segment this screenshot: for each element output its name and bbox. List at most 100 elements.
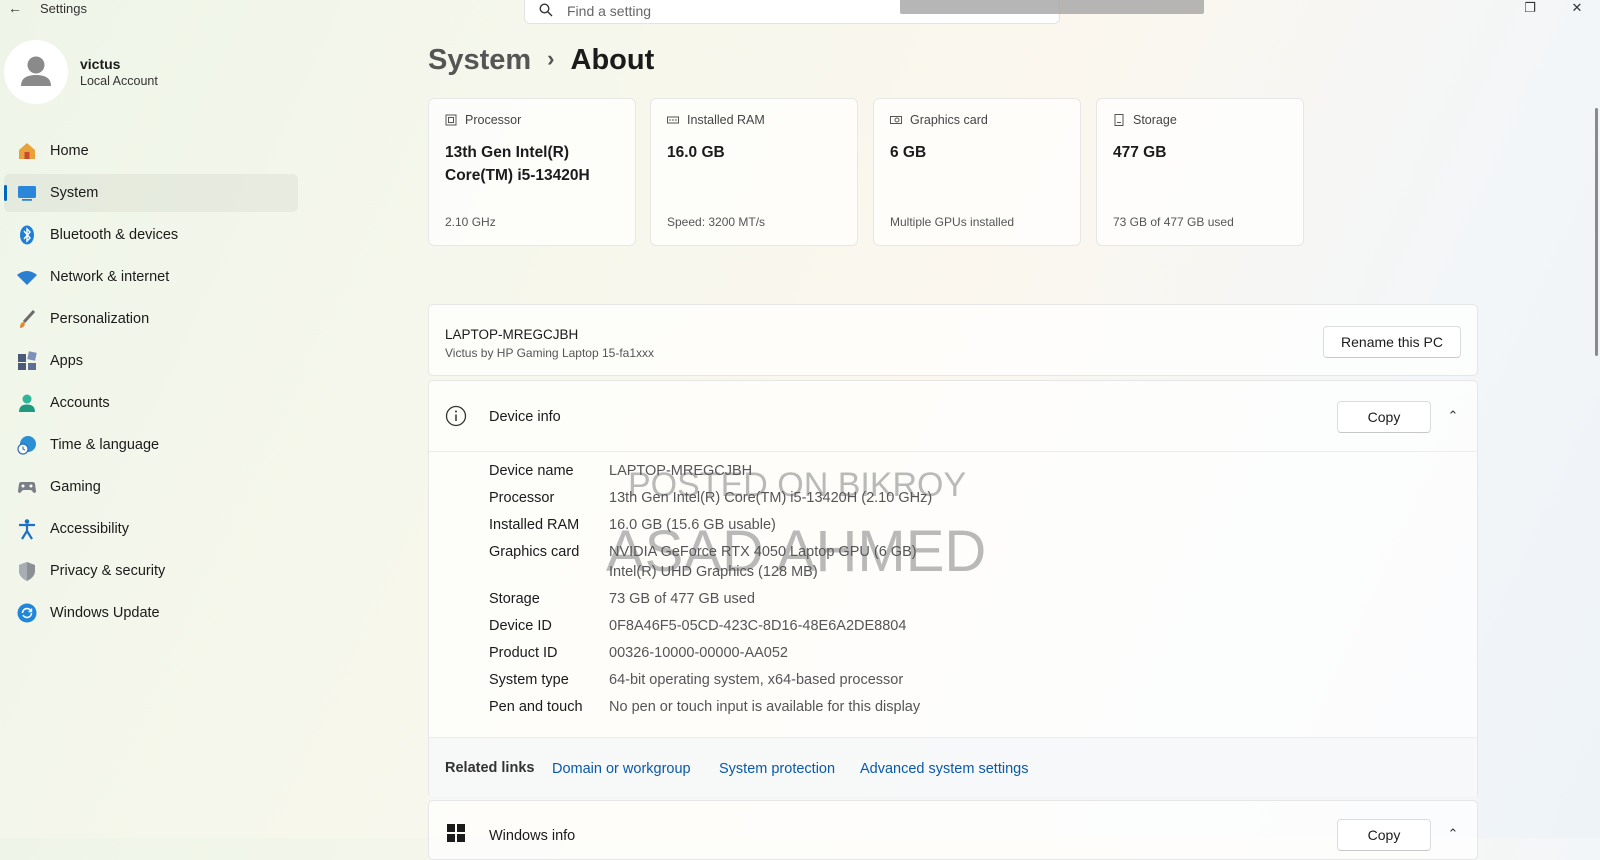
controller-icon: [18, 482, 36, 493]
sidebar-item-label: Time & language: [50, 437, 160, 453]
spec-card-header: Processor: [465, 113, 522, 127]
sidebar-item-home[interactable]: Home: [4, 132, 298, 170]
sidebar-item-label: Network & internet: [50, 269, 170, 285]
spec-card-footer: 73 GB of 477 GB used: [1113, 215, 1234, 229]
sidebar-item-label: System: [50, 185, 99, 201]
row-key: Graphics card: [489, 544, 580, 560]
restore-window-icon[interactable]: ❐: [1520, 0, 1540, 16]
sidebar-item-gaming[interactable]: Gaming: [4, 468, 298, 506]
sidebar-item-network[interactable]: Network & internet: [4, 258, 298, 296]
row-key: Storage: [489, 591, 540, 607]
chevron-up-icon[interactable]: ⌃: [1441, 404, 1465, 428]
storage-icon: [1114, 114, 1124, 126]
ram-icon: [667, 116, 679, 124]
sidebar-item-apps[interactable]: Apps: [4, 342, 298, 380]
processor-icon: [445, 114, 457, 126]
device-info-header[interactable]: Device info Copy ⌃: [429, 381, 1477, 452]
home-icon: [19, 143, 35, 159]
sidebar-item-label: Personalization: [50, 311, 150, 327]
sidebar-item-accounts[interactable]: Accounts: [4, 384, 298, 422]
breadcrumb: System › About: [428, 44, 654, 77]
shield-icon: [19, 562, 35, 581]
sidebar-item-privacy-security[interactable]: Privacy & security: [4, 552, 298, 590]
row-key: Processor: [489, 490, 555, 506]
sidebar-item-label: Bluetooth & devices: [50, 227, 179, 243]
spec-card-ram: Installed RAM 16.0 GB Speed: 3200 MT/s: [650, 98, 858, 246]
link-advanced-system-settings[interactable]: Advanced system settings: [860, 761, 1028, 777]
windows-info-title: Windows info: [489, 828, 576, 844]
row-key: Device name: [489, 463, 574, 479]
info-icon: [445, 405, 467, 427]
row-value: No pen or touch input is available for t…: [609, 699, 921, 715]
sidebar-item-label: Gaming: [50, 479, 101, 495]
spec-card-processor: Processor 13th Gen Intel(R) Core(TM) i5-…: [428, 98, 636, 246]
user-name: victus: [80, 56, 121, 72]
rename-pc-button[interactable]: Rename this PC: [1323, 326, 1461, 358]
update-icon: [17, 603, 37, 623]
sidebar-nav: Home System Bluetooth & devices Network …: [4, 132, 298, 636]
spec-card-value: 6 GB: [890, 144, 927, 161]
spec-card-value: 13th Gen Intel(R) Core(TM) i5-13420H: [445, 144, 590, 184]
sidebar-item-time-language[interactable]: Time & language: [4, 426, 298, 464]
pc-name-panel: LAPTOP-MREGCJBH Victus by HP Gaming Lapt…: [428, 304, 1478, 376]
row-value: 16.0 GB (15.6 GB usable): [609, 517, 776, 533]
scrollbar[interactable]: [1595, 108, 1598, 356]
link-system-protection[interactable]: System protection: [719, 761, 835, 777]
row-key: Product ID: [489, 645, 558, 661]
page-title: About: [570, 44, 655, 76]
row-value: 0F8A46F5-05CD-423C-8D16-48E6A2DE8804: [609, 618, 907, 634]
spec-card-header: Installed RAM: [687, 113, 765, 127]
row-key: Pen and touch: [489, 699, 583, 715]
system-icon: [18, 186, 36, 201]
search-icon: [539, 3, 553, 17]
device-info-title: Device info: [489, 409, 561, 425]
back-arrow-icon[interactable]: ←: [4, 0, 26, 18]
clock-globe-icon: [17, 436, 36, 455]
row-key: System type: [489, 672, 569, 688]
sidebar-item-bluetooth[interactable]: Bluetooth & devices: [4, 216, 298, 254]
sidebar-item-label: Accounts: [50, 395, 110, 411]
sidebar-item-label: Accessibility: [50, 521, 129, 537]
related-links-label: Related links: [445, 760, 535, 776]
taskbar-overlay-strip: [900, 0, 1204, 14]
copy-windows-info-button[interactable]: Copy: [1337, 819, 1431, 851]
spec-card-graphics: Graphics card 6 GB Multiple GPUs install…: [873, 98, 1081, 246]
bluetooth-icon: [20, 225, 34, 245]
row-value: NVIDIA GeForce RTX 4050 Laptop GPU (6 GB…: [609, 544, 917, 560]
spec-card-header: Storage: [1133, 113, 1177, 127]
row-value-secondary: Intel(R) UHD Graphics (128 MB): [609, 564, 818, 580]
row-value: 00326-10000-00000-AA052: [609, 645, 788, 661]
row-key: Device ID: [489, 618, 552, 634]
row-key: Installed RAM: [489, 517, 580, 533]
spec-card-value: 16.0 GB: [667, 144, 725, 161]
link-domain-workgroup[interactable]: Domain or workgroup: [552, 761, 691, 777]
spec-card-header: Graphics card: [910, 113, 988, 127]
sidebar-item-accessibility[interactable]: Accessibility: [4, 510, 298, 548]
related-links: Related links Domain or workgroup System…: [429, 737, 1477, 800]
breadcrumb-parent[interactable]: System: [428, 44, 531, 76]
chevron-right-icon: ›: [547, 46, 555, 71]
sidebar-item-personalization[interactable]: Personalization: [4, 300, 298, 338]
sidebar-item-windows-update[interactable]: Windows Update: [4, 594, 298, 632]
windows-info-panel[interactable]: Windows info Copy ⌃: [428, 800, 1478, 860]
chevron-up-icon[interactable]: ⌃: [1441, 822, 1465, 846]
pc-model: Victus by HP Gaming Laptop 15-fa1xxx: [445, 346, 655, 360]
title-bar: ← Settings ❐ ✕: [0, 0, 1600, 26]
row-value: 64-bit operating system, x64-based proce…: [609, 672, 904, 688]
copy-device-info-button[interactable]: Copy: [1337, 401, 1431, 433]
sidebar-item-system[interactable]: System: [4, 174, 298, 212]
user-profile[interactable]: victus Local Account: [4, 40, 294, 104]
spec-card-value: 477 GB: [1113, 144, 1167, 161]
brush-icon: [20, 309, 36, 328]
row-value: 73 GB of 477 GB used: [609, 591, 755, 607]
device-info-panel: Device info Copy ⌃ Device name LAPTOP-MRE…: [428, 380, 1478, 800]
sidebar-item-label: Home: [50, 143, 89, 159]
sidebar-item-label: Privacy & security: [50, 563, 166, 579]
apps-icon: [18, 351, 37, 370]
close-window-icon[interactable]: ✕: [1567, 0, 1587, 16]
accessibility-icon: [19, 519, 35, 540]
row-value: LAPTOP-MREGCJBH: [609, 463, 753, 479]
graphics-card-icon: [890, 116, 902, 124]
row-value: 13th Gen Intel(R) Core(TM) i5-13420H (2.…: [609, 490, 933, 506]
sidebar-item-label: Windows Update: [50, 605, 160, 621]
